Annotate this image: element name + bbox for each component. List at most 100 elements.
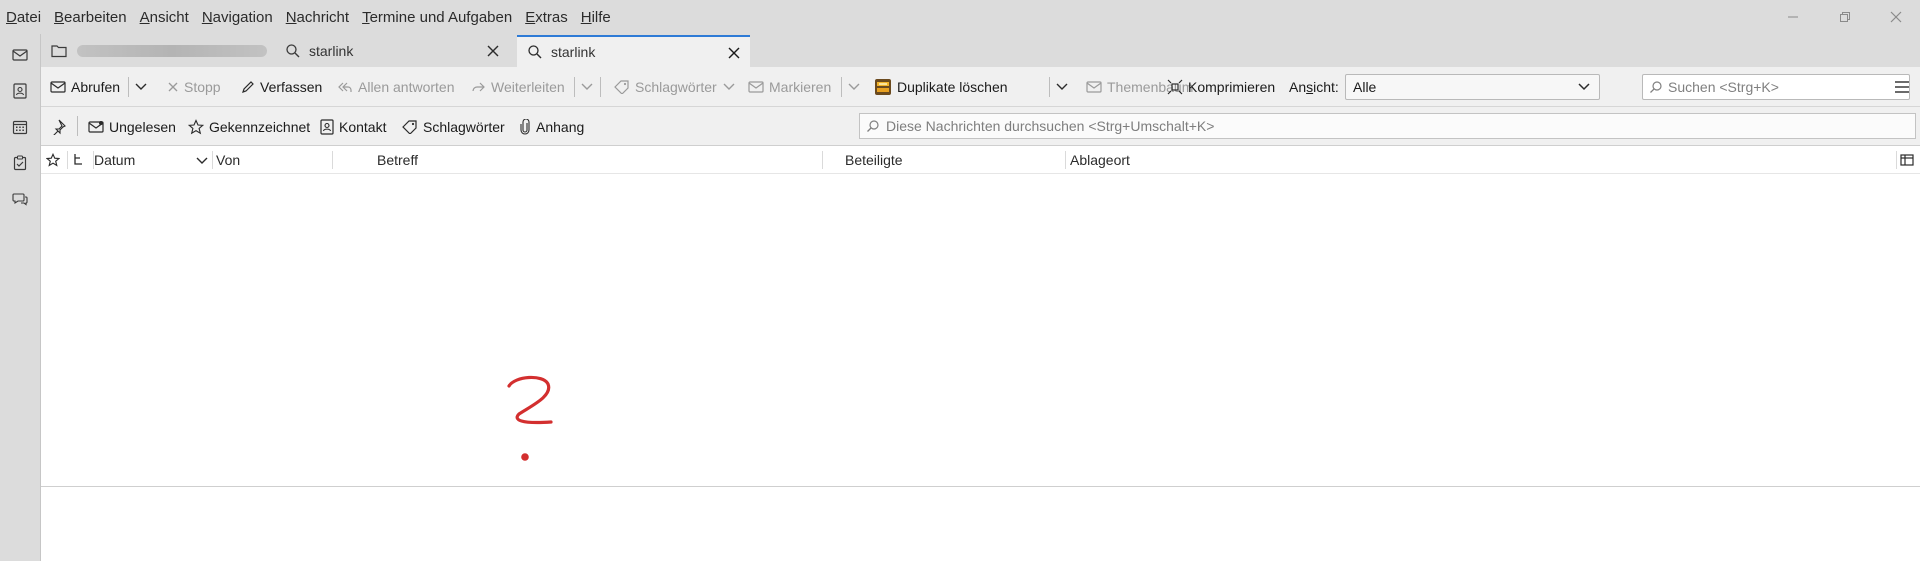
tab-search-1[interactable]: starlink bbox=[277, 35, 509, 67]
minimize-button[interactable] bbox=[1769, 0, 1817, 34]
global-search-input[interactable]: Suchen <Strg+K> bbox=[1642, 74, 1910, 100]
filter-anhang[interactable]: Anhang bbox=[519, 107, 584, 146]
calendar-icon bbox=[12, 120, 28, 135]
thread-list[interactable] bbox=[41, 174, 1920, 486]
ansicht-select[interactable]: Alle bbox=[1345, 74, 1600, 100]
menu-termine-accel: T bbox=[362, 8, 370, 26]
space-chat[interactable] bbox=[8, 187, 32, 211]
duplikate-dropdown[interactable] bbox=[1052, 67, 1072, 107]
search-icon bbox=[528, 45, 542, 59]
mail-toolbar: Abrufen Stopp Verfassen Allen antworten … bbox=[41, 67, 1920, 107]
verfassen-label: Verfassen bbox=[260, 79, 323, 95]
menu-bearbeiten[interactable]: Bearbeiten bbox=[54, 9, 127, 26]
menu-nachricht[interactable]: Nachricht bbox=[286, 9, 349, 26]
close-icon bbox=[728, 47, 740, 59]
column-picker-icon bbox=[1900, 154, 1914, 166]
tag-icon bbox=[402, 119, 417, 134]
stopp-button[interactable]: Stopp bbox=[167, 67, 221, 107]
quick-filter-input[interactable]: Diese Nachrichten durchsuchen <Strg+Umsc… bbox=[859, 113, 1916, 139]
tab-search-2-close[interactable] bbox=[726, 45, 742, 61]
filter-ungelesen-label: Ungelesen bbox=[109, 118, 176, 135]
menu-bearbeiten-accel: B bbox=[54, 8, 65, 26]
quick-filter-bar: Ungelesen Gekennzeichnet Kontakt Schlagw… bbox=[41, 107, 1920, 146]
column-ablageort-label: Ablageort bbox=[1070, 152, 1130, 168]
abrufen-dropdown[interactable] bbox=[131, 67, 151, 107]
tasks-icon bbox=[13, 155, 27, 171]
restore-icon bbox=[1840, 12, 1850, 22]
tab-search-1-close[interactable] bbox=[485, 43, 501, 59]
markieren-dropdown[interactable] bbox=[844, 67, 864, 107]
stopp-label: Stopp bbox=[184, 79, 221, 95]
ansicht-label-pre: An bbox=[1289, 79, 1307, 95]
separator bbox=[841, 77, 842, 97]
column-ablageort[interactable]: Ablageort bbox=[1070, 146, 1270, 174]
filter-schlagwoerter[interactable]: Schlagwörter bbox=[402, 107, 505, 146]
column-von[interactable]: Von bbox=[216, 146, 371, 174]
column-divider bbox=[1065, 151, 1066, 169]
weiterleiten-button[interactable]: Weiterleiten bbox=[470, 67, 565, 107]
komprimieren-button[interactable]: Komprimieren bbox=[1167, 67, 1275, 107]
chat-icon bbox=[12, 193, 28, 206]
menu-datei-label: atei bbox=[16, 8, 42, 26]
filter-kontakt[interactable]: Kontakt bbox=[320, 107, 386, 146]
ansicht-label-accel: s bbox=[1306, 79, 1314, 95]
space-address-book[interactable] bbox=[8, 79, 32, 103]
verfassen-button[interactable]: Verfassen bbox=[241, 67, 322, 107]
separator bbox=[1049, 77, 1050, 97]
column-betreff[interactable]: Betreff bbox=[377, 146, 717, 174]
menu-ansicht-accel: A bbox=[139, 8, 150, 26]
abrufen-button[interactable]: Abrufen bbox=[50, 67, 120, 107]
contact-icon bbox=[320, 118, 334, 135]
tab-search-2-title: starlink bbox=[551, 44, 596, 60]
tab-folder[interactable] bbox=[41, 35, 276, 67]
column-picker-button[interactable] bbox=[1900, 146, 1918, 174]
hamburger-icon bbox=[1895, 81, 1909, 93]
stop-icon bbox=[168, 82, 178, 92]
weiterleiten-dropdown[interactable] bbox=[577, 67, 597, 107]
filter-ungelesen[interactable]: Ungelesen bbox=[88, 107, 176, 146]
restore-button[interactable] bbox=[1821, 0, 1869, 34]
column-divider bbox=[67, 151, 68, 169]
space-calendar[interactable] bbox=[8, 115, 32, 139]
menu-hilfe[interactable]: Hilfe bbox=[581, 9, 611, 26]
menu-termine[interactable]: Termine und Aufgaben bbox=[362, 9, 512, 26]
tab-bar: starlink starlink bbox=[41, 34, 1920, 67]
column-divider bbox=[332, 151, 333, 169]
markieren-button[interactable]: Markieren bbox=[748, 67, 831, 107]
chevron-down-icon bbox=[1578, 83, 1590, 91]
tab-search-2[interactable]: starlink bbox=[517, 35, 750, 67]
ansicht-label: An s icht: bbox=[1289, 67, 1339, 107]
column-beteiligte-label: Beteiligte bbox=[845, 152, 903, 168]
close-icon bbox=[487, 45, 499, 57]
separator bbox=[574, 77, 575, 97]
menu-hilfe-label: ilfe bbox=[591, 8, 611, 26]
close-window-button[interactable] bbox=[1872, 0, 1920, 34]
allen-antworten-button[interactable]: Allen antworten bbox=[335, 67, 455, 107]
schlagwoerter-button[interactable]: Schlagwörter bbox=[614, 67, 740, 107]
column-beteiligte[interactable]: Beteiligte bbox=[845, 146, 1045, 174]
space-tasks[interactable] bbox=[8, 151, 32, 175]
column-thread[interactable] bbox=[72, 146, 88, 174]
chevron-down-icon bbox=[135, 83, 147, 90]
menu-datei[interactable]: Datei bbox=[6, 9, 41, 26]
address-book-icon bbox=[13, 83, 27, 99]
pin-filter-button[interactable] bbox=[50, 107, 71, 146]
duplikate-loeschen-button[interactable]: Duplikate löschen bbox=[874, 67, 1008, 107]
compact-icon bbox=[1167, 79, 1183, 95]
filter-gekennzeichnet[interactable]: Gekennzeichnet bbox=[188, 107, 310, 146]
menu-ansicht[interactable]: Ansicht bbox=[140, 9, 189, 26]
menu-extras[interactable]: Extras bbox=[525, 9, 568, 26]
unread-icon bbox=[88, 120, 104, 133]
duplikate-label: Duplikate löschen bbox=[897, 79, 1008, 95]
app-menu-button[interactable] bbox=[1887, 67, 1917, 107]
remove-duplicates-icon bbox=[875, 79, 891, 95]
menu-navigation[interactable]: Navigation bbox=[202, 9, 273, 26]
message-pane bbox=[41, 487, 1920, 561]
column-starred[interactable] bbox=[46, 146, 62, 174]
column-divider bbox=[1896, 151, 1897, 169]
pencil-icon bbox=[242, 81, 254, 93]
ansicht-label-post: icht: bbox=[1313, 79, 1339, 95]
search-icon bbox=[867, 120, 879, 132]
column-datum[interactable]: Datum bbox=[94, 146, 212, 174]
space-mail[interactable] bbox=[8, 43, 32, 67]
